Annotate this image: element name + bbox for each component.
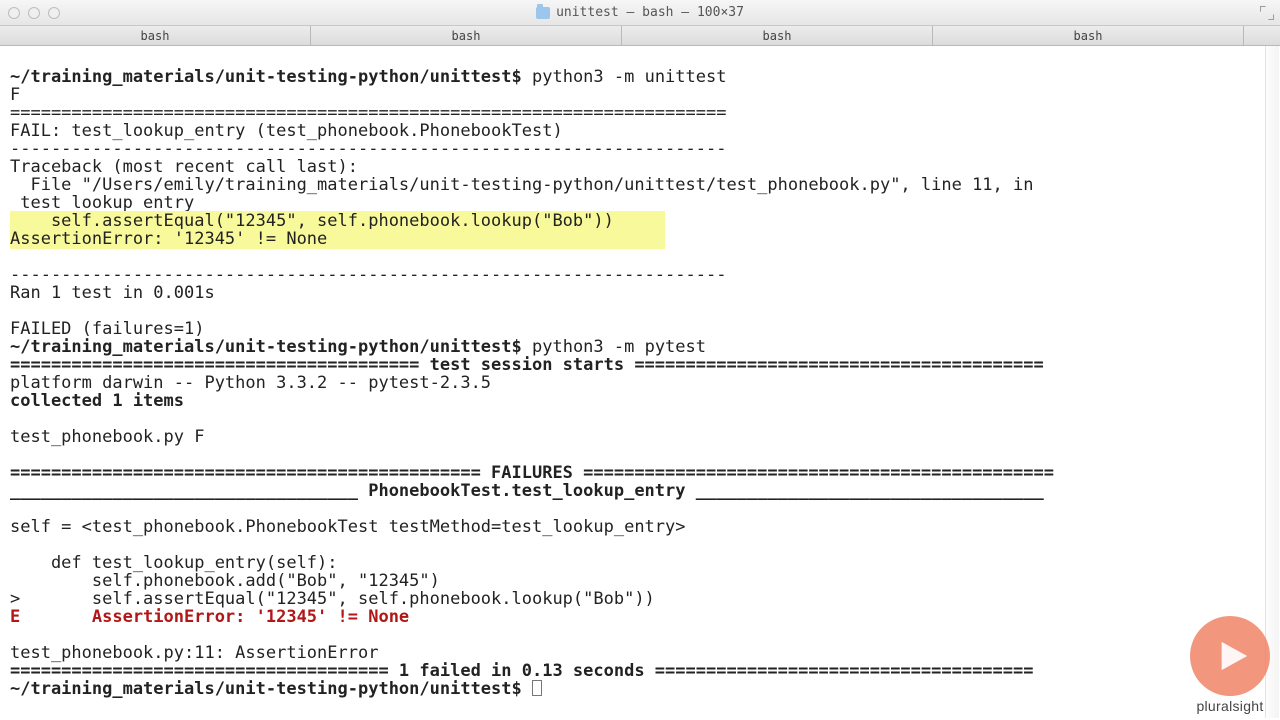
traceback-file: File "/Users/emily/training_materials/un… bbox=[10, 175, 1034, 195]
unittest-progress: F bbox=[10, 85, 20, 105]
window-title-text: unittest — bash — 100×37 bbox=[556, 5, 744, 20]
brand-label: pluralsight bbox=[1190, 698, 1270, 714]
pytest-collected: collected 1 items bbox=[10, 391, 184, 411]
cursor bbox=[532, 680, 542, 696]
pytest-def-line: def test_lookup_entry(self): bbox=[10, 553, 338, 573]
assertion-error-highlight: AssertionError: '12345' != None bbox=[10, 229, 327, 249]
fail-title: FAIL: test_lookup_entry (test_phonebook.… bbox=[10, 121, 563, 141]
window-titlebar: unittest — bash — 100×37 bbox=[0, 0, 1280, 26]
play-icon[interactable] bbox=[1190, 616, 1270, 696]
command-pytest: python3 -m pytest bbox=[532, 337, 706, 357]
folder-icon bbox=[536, 7, 550, 19]
command-unittest: python3 -m unittest bbox=[532, 67, 726, 87]
tab-bash-2[interactable]: bash bbox=[311, 26, 622, 45]
tab-bash-4[interactable]: bash bbox=[933, 26, 1244, 45]
tab-overflow[interactable] bbox=[1244, 26, 1280, 45]
pytest-self-line: self = <test_phonebook.PhonebookTest tes… bbox=[10, 517, 686, 537]
tab-bash-1[interactable]: bash bbox=[0, 26, 311, 45]
failed-summary: FAILED (failures=1) bbox=[10, 319, 204, 339]
pytest-assert-line: > self.assertEqual("12345", self.phonebo… bbox=[10, 589, 655, 609]
prompt: ~/training_materials/unit-testing-python… bbox=[10, 679, 522, 699]
zoom-icon[interactable] bbox=[48, 7, 60, 19]
rule: ----------------------------------------… bbox=[10, 139, 726, 159]
pytest-session: ========================================… bbox=[10, 355, 1044, 375]
terminal-output[interactable]: ~/training_materials/unit-testing-python… bbox=[0, 46, 1280, 708]
pytest-summary: ===================================== 1 … bbox=[10, 661, 1034, 681]
traceback-file2: test_lookup_entry bbox=[10, 193, 194, 213]
ran-summary: Ran 1 test in 0.001s bbox=[10, 283, 215, 303]
close-icon[interactable] bbox=[8, 7, 20, 19]
pytest-test-name: __________________________________ Phone… bbox=[10, 481, 1044, 501]
tab-bash-3[interactable]: bash bbox=[622, 26, 933, 45]
traffic-lights bbox=[8, 7, 60, 19]
traceback-header: Traceback (most recent call last): bbox=[10, 157, 358, 177]
watermark: pluralsight bbox=[1190, 616, 1270, 714]
pytest-location: test_phonebook.py:11: AssertionError bbox=[10, 643, 378, 663]
pytest-add-line: self.phonebook.add("Bob", "12345") bbox=[10, 571, 440, 591]
traceback-code-highlight: self.assertEqual("12345", self.phonebook… bbox=[10, 211, 614, 231]
prompt: ~/training_materials/unit-testing-python… bbox=[10, 67, 522, 87]
rule: ----------------------------------------… bbox=[10, 265, 726, 285]
pytest-error-line: E AssertionError: '12345' != None bbox=[10, 607, 409, 627]
pytest-platform: platform darwin -- Python 3.3.2 -- pytes… bbox=[10, 373, 491, 393]
pytest-file-result: test_phonebook.py F bbox=[10, 427, 204, 447]
pytest-failures-rule: ========================================… bbox=[10, 463, 1054, 483]
prompt: ~/training_materials/unit-testing-python… bbox=[10, 337, 522, 357]
tab-bar: bash bash bash bash bbox=[0, 26, 1280, 46]
window-title: unittest — bash — 100×37 bbox=[0, 5, 1280, 20]
rule: ========================================… bbox=[10, 103, 726, 123]
minimize-icon[interactable] bbox=[28, 7, 40, 19]
fullscreen-icon[interactable] bbox=[1260, 5, 1274, 19]
